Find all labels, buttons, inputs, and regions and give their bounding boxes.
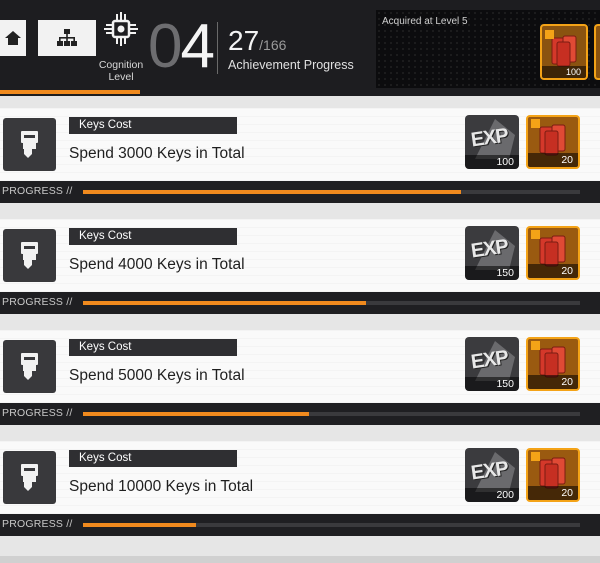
- divider: [217, 22, 218, 74]
- reward-quantity: 20: [528, 375, 578, 389]
- achievement-item[interactable]: Keys Cost Spend 10000 Keys in Total EXP …: [0, 429, 600, 536]
- progress-row: PROGRESS //: [0, 292, 600, 314]
- acquired-reward-partial[interactable]: [594, 24, 600, 80]
- reward-quantity: 150: [465, 377, 519, 391]
- cognition-chip-icon: [104, 12, 138, 46]
- progress-label: PROGRESS //: [2, 185, 73, 197]
- header-accent-bar: [0, 90, 140, 94]
- achievement-card: Keys Cost Spend 3000 Keys in Total EXP 1…: [0, 108, 600, 181]
- achievement-item[interactable]: Keys Cost Spend 5000 Keys in Total EXP 1…: [0, 318, 600, 425]
- acquired-label: Acquired at Level 5: [382, 16, 468, 27]
- progress-track: [83, 523, 580, 527]
- reward-quantity: 150: [465, 266, 519, 280]
- progress-fill: [83, 523, 197, 527]
- red-chip-reward-icon: [531, 452, 566, 489]
- red-chip-reward-icon: [545, 30, 577, 67]
- reward-quantity: 20: [528, 264, 578, 278]
- progress-label: PROGRESS //: [2, 407, 73, 419]
- chip-reward[interactable]: 20: [526, 226, 580, 280]
- hierarchy-icon: [57, 29, 77, 46]
- red-chip-reward-icon: [531, 230, 566, 267]
- home-icon: [5, 31, 21, 45]
- progress-row: PROGRESS //: [0, 514, 600, 536]
- progress-track: [83, 190, 580, 194]
- progress-label: PROGRESS //: [2, 518, 73, 530]
- progress-track: [83, 301, 580, 305]
- achievement-description: Spend 10000 Keys in Total: [69, 478, 254, 495]
- top-header: Cognition Level 04 27/166 Achievement Pr…: [0, 0, 600, 96]
- hierarchy-button[interactable]: [38, 20, 96, 56]
- exp-reward[interactable]: EXP 150: [465, 226, 519, 280]
- achievement-item[interactable]: Keys Cost Spend 4000 Keys in Total EXP 1…: [0, 207, 600, 314]
- chip-reward[interactable]: 20: [526, 115, 580, 169]
- red-chip-reward-icon: [531, 119, 566, 156]
- achievement-card: Keys Cost Spend 10000 Keys in Total EXP …: [0, 441, 600, 514]
- achievement-count: 27/166: [228, 25, 287, 56]
- progress-label: PROGRESS //: [2, 296, 73, 308]
- progress-fill: [83, 190, 461, 194]
- reward-quantity: 20: [528, 486, 578, 500]
- cognition-level-value: 04: [148, 12, 215, 81]
- key-icon: [3, 118, 56, 171]
- reward-quantity: 100: [465, 155, 519, 169]
- reward-quantity: 200: [465, 488, 519, 502]
- exp-reward[interactable]: EXP 200: [465, 448, 519, 502]
- category-label: Keys Cost: [69, 228, 237, 245]
- achievement-description: Spend 5000 Keys in Total: [69, 367, 245, 384]
- chip-reward[interactable]: 20: [526, 448, 580, 502]
- exp-reward[interactable]: EXP 100: [465, 115, 519, 169]
- category-label: Keys Cost: [69, 117, 237, 134]
- acquired-rewards-panel: Acquired at Level 5 100: [376, 10, 600, 88]
- red-chip-reward-icon: [531, 341, 566, 378]
- bottom-edge: [0, 556, 600, 563]
- progress-fill: [83, 301, 367, 305]
- exp-reward[interactable]: EXP 150: [465, 337, 519, 391]
- reward-quantity: 20: [528, 153, 578, 167]
- progress-row: PROGRESS //: [0, 403, 600, 425]
- achievement-description: Spend 3000 Keys in Total: [69, 145, 245, 162]
- chip-reward[interactable]: 20: [526, 337, 580, 391]
- category-label: Keys Cost: [69, 450, 237, 467]
- key-icon: [3, 340, 56, 393]
- key-icon: [3, 229, 56, 282]
- progress-row: PROGRESS //: [0, 181, 600, 203]
- progress-fill: [83, 412, 310, 416]
- progress-track: [83, 412, 580, 416]
- key-icon: [3, 451, 56, 504]
- achievement-progress-label: Achievement Progress: [228, 58, 354, 72]
- home-button[interactable]: [0, 20, 26, 56]
- cognition-level-label: Cognition Level: [98, 59, 144, 83]
- reward-quantity: 100: [542, 66, 586, 78]
- achievement-description: Spend 4000 Keys in Total: [69, 256, 245, 273]
- acquired-reward-chip[interactable]: 100: [540, 24, 588, 80]
- achievement-item[interactable]: Keys Cost Spend 3000 Keys in Total EXP 1…: [0, 96, 600, 203]
- category-label: Keys Cost: [69, 339, 237, 356]
- achievement-card: Keys Cost Spend 4000 Keys in Total EXP 1…: [0, 219, 600, 292]
- achievement-card: Keys Cost Spend 5000 Keys in Total EXP 1…: [0, 330, 600, 403]
